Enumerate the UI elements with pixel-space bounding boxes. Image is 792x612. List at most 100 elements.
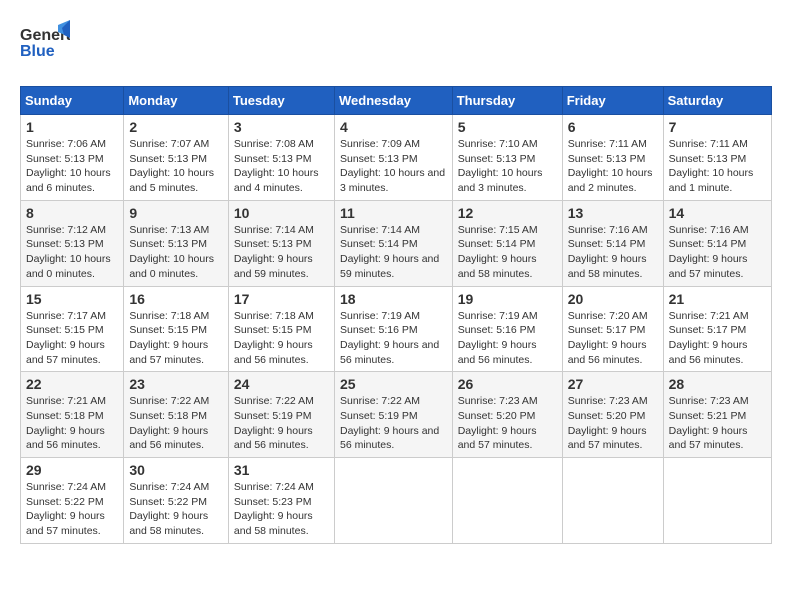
day-info: Sunrise: 7:17 AMSunset: 5:15 PMDaylight:… — [26, 309, 118, 368]
calendar-cell: 1 Sunrise: 7:06 AMSunset: 5:13 PMDaylight… — [21, 115, 124, 201]
day-number: 10 — [234, 205, 329, 221]
calendar-cell: 3 Sunrise: 7:08 AMSunset: 5:13 PMDaylight… — [228, 115, 334, 201]
day-number: 2 — [129, 119, 223, 135]
day-info: Sunrise: 7:14 AMSunset: 5:13 PMDaylight:… — [234, 223, 329, 282]
day-info: Sunrise: 7:14 AMSunset: 5:14 PMDaylight:… — [340, 223, 447, 282]
day-info: Sunrise: 7:22 AMSunset: 5:19 PMDaylight:… — [234, 394, 329, 453]
day-info: Sunrise: 7:22 AMSunset: 5:19 PMDaylight:… — [340, 394, 447, 453]
day-info: Sunrise: 7:13 AMSunset: 5:13 PMDaylight:… — [129, 223, 223, 282]
day-number: 8 — [26, 205, 118, 221]
calendar-cell: 22 Sunrise: 7:21 AMSunset: 5:18 PMDayligh… — [21, 372, 124, 458]
weekday-header-sunday: Sunday — [21, 87, 124, 115]
day-info: Sunrise: 7:18 AMSunset: 5:15 PMDaylight:… — [129, 309, 223, 368]
svg-text:Blue: Blue — [20, 43, 55, 60]
calendar-cell: 14 Sunrise: 7:16 AMSunset: 5:14 PMDayligh… — [663, 200, 771, 286]
calendar-cell: 30 Sunrise: 7:24 AMSunset: 5:22 PMDayligh… — [124, 458, 229, 544]
calendar-cell — [452, 458, 562, 544]
weekday-header-friday: Friday — [562, 87, 663, 115]
day-info: Sunrise: 7:24 AMSunset: 5:22 PMDaylight:… — [129, 480, 223, 539]
day-number: 29 — [26, 462, 118, 478]
calendar-cell: 25 Sunrise: 7:22 AMSunset: 5:19 PMDayligh… — [334, 372, 452, 458]
day-number: 26 — [458, 376, 557, 392]
day-info: Sunrise: 7:20 AMSunset: 5:17 PMDaylight:… — [568, 309, 658, 368]
day-number: 18 — [340, 291, 447, 307]
day-info: Sunrise: 7:23 AMSunset: 5:21 PMDaylight:… — [669, 394, 766, 453]
calendar-cell: 6 Sunrise: 7:11 AMSunset: 5:13 PMDaylight… — [562, 115, 663, 201]
day-number: 21 — [669, 291, 766, 307]
calendar-cell: 11 Sunrise: 7:14 AMSunset: 5:14 PMDayligh… — [334, 200, 452, 286]
weekday-header-monday: Monday — [124, 87, 229, 115]
logo-icon: General Blue — [20, 20, 70, 65]
day-info: Sunrise: 7:15 AMSunset: 5:14 PMDaylight:… — [458, 223, 557, 282]
calendar-cell: 5 Sunrise: 7:10 AMSunset: 5:13 PMDaylight… — [452, 115, 562, 201]
day-number: 16 — [129, 291, 223, 307]
calendar-cell: 31 Sunrise: 7:24 AMSunset: 5:23 PMDayligh… — [228, 458, 334, 544]
day-info: Sunrise: 7:24 AMSunset: 5:22 PMDaylight:… — [26, 480, 118, 539]
calendar-cell — [334, 458, 452, 544]
day-info: Sunrise: 7:16 AMSunset: 5:14 PMDaylight:… — [669, 223, 766, 282]
day-info: Sunrise: 7:10 AMSunset: 5:13 PMDaylight:… — [458, 137, 557, 196]
calendar-cell: 7 Sunrise: 7:11 AMSunset: 5:13 PMDaylight… — [663, 115, 771, 201]
day-number: 7 — [669, 119, 766, 135]
day-number: 12 — [458, 205, 557, 221]
day-info: Sunrise: 7:19 AMSunset: 5:16 PMDaylight:… — [458, 309, 557, 368]
day-info: Sunrise: 7:24 AMSunset: 5:23 PMDaylight:… — [234, 480, 329, 539]
day-info: Sunrise: 7:12 AMSunset: 5:13 PMDaylight:… — [26, 223, 118, 282]
calendar-cell: 8 Sunrise: 7:12 AMSunset: 5:13 PMDaylight… — [21, 200, 124, 286]
day-info: Sunrise: 7:21 AMSunset: 5:18 PMDaylight:… — [26, 394, 118, 453]
day-info: Sunrise: 7:11 AMSunset: 5:13 PMDaylight:… — [568, 137, 658, 196]
calendar-cell — [562, 458, 663, 544]
weekday-header-tuesday: Tuesday — [228, 87, 334, 115]
calendar-cell: 24 Sunrise: 7:22 AMSunset: 5:19 PMDayligh… — [228, 372, 334, 458]
calendar-cell: 29 Sunrise: 7:24 AMSunset: 5:22 PMDayligh… — [21, 458, 124, 544]
day-info: Sunrise: 7:11 AMSunset: 5:13 PMDaylight:… — [669, 137, 766, 196]
calendar-cell: 17Sunrise: 7:18 AMSunset: 5:15 PMDayligh… — [228, 286, 334, 372]
calendar-cell: 16 Sunrise: 7:18 AMSunset: 5:15 PMDayligh… — [124, 286, 229, 372]
calendar-table: SundayMondayTuesdayWednesdayThursdayFrid… — [20, 86, 772, 544]
day-info: Sunrise: 7:08 AMSunset: 5:13 PMDaylight:… — [234, 137, 329, 196]
calendar-cell: 19 Sunrise: 7:19 AMSunset: 5:16 PMDayligh… — [452, 286, 562, 372]
calendar-cell: 4Sunrise: 7:09 AMSunset: 5:13 PMDaylight… — [334, 115, 452, 201]
day-number: 1 — [26, 119, 118, 135]
day-number: 17 — [234, 291, 329, 307]
weekday-header-saturday: Saturday — [663, 87, 771, 115]
day-number: 11 — [340, 205, 447, 221]
day-number: 24 — [234, 376, 329, 392]
day-number: 31 — [234, 462, 329, 478]
day-number: 30 — [129, 462, 223, 478]
weekday-header-thursday: Thursday — [452, 87, 562, 115]
calendar-cell: 10 Sunrise: 7:14 AMSunset: 5:13 PMDayligh… — [228, 200, 334, 286]
day-number: 13 — [568, 205, 658, 221]
day-info: Sunrise: 7:23 AMSunset: 5:20 PMDaylight:… — [458, 394, 557, 453]
calendar-cell: 13Sunrise: 7:16 AMSunset: 5:14 PMDayligh… — [562, 200, 663, 286]
weekday-header-wednesday: Wednesday — [334, 87, 452, 115]
day-number: 9 — [129, 205, 223, 221]
page-header: General Blue — [20, 20, 772, 70]
day-info: Sunrise: 7:07 AMSunset: 5:13 PMDaylight:… — [129, 137, 223, 196]
calendar-cell: 26 Sunrise: 7:23 AMSunset: 5:20 PMDayligh… — [452, 372, 562, 458]
calendar-cell: 2 Sunrise: 7:07 AMSunset: 5:13 PMDaylight… — [124, 115, 229, 201]
day-number: 5 — [458, 119, 557, 135]
logo: General Blue — [20, 20, 70, 70]
day-number: 23 — [129, 376, 223, 392]
day-info: Sunrise: 7:22 AMSunset: 5:18 PMDaylight:… — [129, 394, 223, 453]
day-info: Sunrise: 7:09 AMSunset: 5:13 PMDaylight:… — [340, 137, 447, 196]
calendar-cell: 27Sunrise: 7:23 AMSunset: 5:20 PMDayligh… — [562, 372, 663, 458]
day-number: 19 — [458, 291, 557, 307]
day-number: 22 — [26, 376, 118, 392]
calendar-cell: 28 Sunrise: 7:23 AMSunset: 5:21 PMDayligh… — [663, 372, 771, 458]
day-number: 6 — [568, 119, 658, 135]
calendar-cell: 23 Sunrise: 7:22 AMSunset: 5:18 PMDayligh… — [124, 372, 229, 458]
day-number: 28 — [669, 376, 766, 392]
calendar-cell: 18Sunrise: 7:19 AMSunset: 5:16 PMDayligh… — [334, 286, 452, 372]
day-number: 3 — [234, 119, 329, 135]
day-info: Sunrise: 7:23 AMSunset: 5:20 PMDaylight:… — [568, 394, 658, 453]
day-info: Sunrise: 7:06 AMSunset: 5:13 PMDaylight:… — [26, 137, 118, 196]
day-number: 25 — [340, 376, 447, 392]
calendar-cell: 9 Sunrise: 7:13 AMSunset: 5:13 PMDaylight… — [124, 200, 229, 286]
calendar-cell: 12 Sunrise: 7:15 AMSunset: 5:14 PMDayligh… — [452, 200, 562, 286]
day-number: 15 — [26, 291, 118, 307]
day-number: 20 — [568, 291, 658, 307]
calendar-cell: 15 Sunrise: 7:17 AMSunset: 5:15 PMDayligh… — [21, 286, 124, 372]
day-number: 14 — [669, 205, 766, 221]
